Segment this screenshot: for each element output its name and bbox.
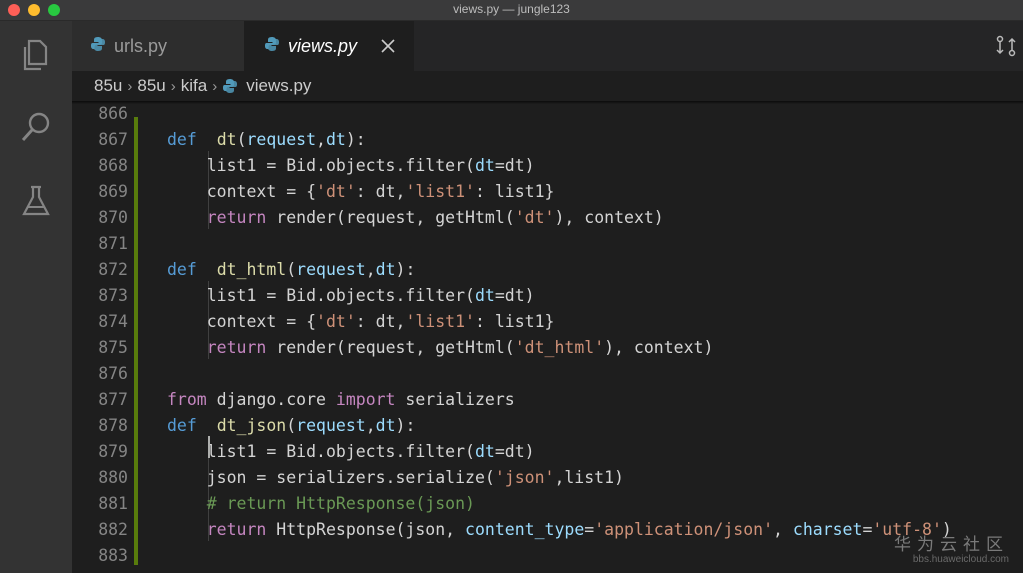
tab-views-py[interactable]: views.py bbox=[244, 21, 414, 71]
code-text: list1 = Bid.objects.filter(dt=dt) bbox=[167, 156, 535, 175]
chevron-right-icon: › bbox=[212, 77, 218, 95]
activity-bar bbox=[0, 21, 72, 573]
line-number: 869 bbox=[98, 182, 128, 201]
code-text: return render(request, getHtml('dt'), co… bbox=[206, 208, 664, 227]
python-icon bbox=[222, 78, 238, 94]
line-number: 872 bbox=[98, 260, 128, 279]
tab-label: views.py bbox=[288, 35, 358, 56]
code-text: json = serializers.serialize('json',list… bbox=[167, 468, 624, 487]
line-number: 874 bbox=[98, 312, 128, 331]
python-icon bbox=[90, 36, 106, 57]
files-icon[interactable] bbox=[16, 35, 56, 75]
code-text: # return HttpResponse(json) bbox=[206, 494, 475, 513]
python-icon bbox=[264, 36, 280, 57]
code-text: context = {'dt': dt,'list1': list1} bbox=[167, 312, 555, 331]
line-number: 877 bbox=[98, 390, 128, 409]
text-cursor bbox=[208, 436, 210, 458]
code-text: def dt_json(request,dt): bbox=[167, 416, 416, 435]
chevron-right-icon: › bbox=[127, 77, 133, 95]
breadcrumb-item[interactable]: 85u bbox=[137, 76, 165, 96]
breadcrumb-item[interactable]: 85u bbox=[94, 76, 122, 96]
line-number: 871 bbox=[98, 234, 128, 253]
line-number: 882 bbox=[98, 520, 128, 539]
code-text: from django.core import serializers bbox=[167, 390, 515, 409]
tab-bar: urls.py views.py bbox=[72, 21, 1023, 71]
tab-label: urls.py bbox=[114, 35, 168, 56]
code-text: def dt_html(request,dt): bbox=[167, 260, 416, 279]
line-number: 866 bbox=[98, 104, 128, 123]
code-text: def dt(request,dt): bbox=[167, 130, 366, 149]
line-number: 879 bbox=[98, 442, 128, 461]
line-number: 868 bbox=[98, 156, 128, 175]
line-number: 870 bbox=[98, 208, 128, 227]
code-text: return HttpResponse(json, content_type='… bbox=[206, 520, 952, 539]
line-number: 867 bbox=[98, 130, 128, 149]
open-changes-icon[interactable] bbox=[993, 33, 1019, 59]
chevron-right-icon: › bbox=[170, 77, 176, 95]
title-bar: views.py — jungle123 bbox=[0, 0, 1023, 21]
search-icon[interactable] bbox=[16, 107, 56, 147]
code-text: list1 = Bid.objects.filter(dt=dt) bbox=[167, 286, 535, 305]
line-number: 881 bbox=[98, 494, 128, 513]
close-tab-icon[interactable] bbox=[378, 36, 398, 56]
watermark-title: 华为云社区 bbox=[894, 535, 1009, 555]
code-text: context = {'dt': dt,'list1': list1} bbox=[167, 182, 555, 201]
code-text: return render(request, getHtml('dt_html'… bbox=[206, 338, 714, 357]
tab-urls-py[interactable]: urls.py bbox=[72, 21, 244, 71]
code-editor[interactable]: 866 867 def dt(request,dt): 868 list1 = Bid… bbox=[72, 101, 1023, 573]
line-number: 880 bbox=[98, 468, 128, 487]
line-number: 873 bbox=[98, 286, 128, 305]
git-added-gutter bbox=[134, 117, 138, 565]
window-title: views.py — jungle123 bbox=[453, 2, 570, 16]
breadcrumb-item[interactable]: views.py bbox=[246, 76, 311, 96]
line-number: 883 bbox=[98, 546, 128, 565]
code-text: list1 = Bid.objects.filter(dt=dt) bbox=[167, 442, 535, 461]
watermark-url: bbs.huaweicloud.com bbox=[912, 554, 1009, 565]
breadcrumb-item[interactable]: kifa bbox=[181, 76, 207, 96]
line-number: 876 bbox=[98, 364, 128, 383]
line-number: 878 bbox=[98, 416, 128, 435]
breadcrumb: 85u › 85u › kifa › views.py bbox=[72, 71, 1023, 101]
flask-icon[interactable] bbox=[16, 181, 56, 221]
line-number: 875 bbox=[98, 338, 128, 357]
